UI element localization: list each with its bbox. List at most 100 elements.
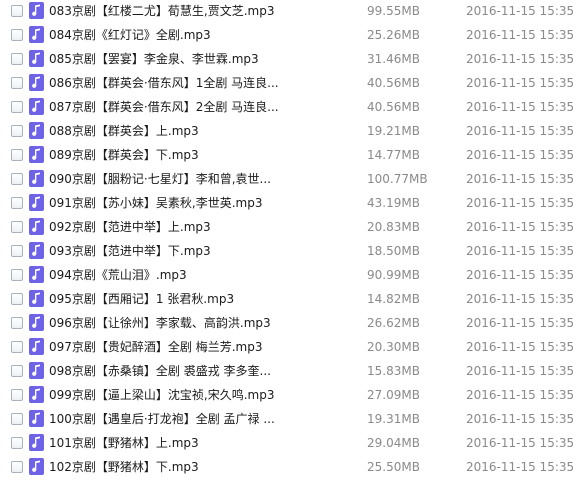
file-checkbox[interactable] <box>11 197 23 209</box>
file-checkbox[interactable] <box>11 29 23 41</box>
file-name[interactable]: 084京剧《红灯记》全剧.mp3 <box>49 24 211 46</box>
music-note-icon <box>29 266 44 283</box>
music-note-icon <box>29 98 44 115</box>
file-name[interactable]: 083京剧【红楼二尤】荀慧生,贾文芝.mp3 <box>49 0 274 22</box>
file-row[interactable]: 084京剧《红灯记》全剧.mp3 25.26MB 2016-11-15 15:35 <box>0 24 577 48</box>
file-row[interactable]: 087京剧【群英会·借东风】2全剧 马连良... 40.56MB 2016-11-1… <box>0 96 577 120</box>
file-checkbox[interactable] <box>11 77 23 89</box>
file-size: 20.83MB <box>367 220 420 234</box>
file-modified-date: 2016-11-15 15:35 <box>466 4 575 18</box>
file-row[interactable]: 099京剧【逼上梁山】沈宝祯,宋久鸣.mp3 27.09MB 2016-11-15 … <box>0 384 577 408</box>
file-row[interactable]: 088京剧【群英会】上.mp3 19.21MB 2016-11-15 15:35 <box>0 120 577 144</box>
file-checkbox[interactable] <box>11 437 23 449</box>
file-size: 40.56MB <box>367 76 420 90</box>
file-row[interactable]: 083京剧【红楼二尤】荀慧生,贾文芝.mp3 99.55MB 2016-11-15 … <box>0 0 577 24</box>
file-modified-date: 2016-11-15 15:35 <box>466 52 575 66</box>
file-size: 100.77MB <box>367 172 428 186</box>
file-name[interactable]: 089京剧【群英会】下.mp3 <box>49 144 199 166</box>
file-row[interactable]: 101京剧【野猪林】上.mp3 29.04MB 2016-11-15 15:35 <box>0 432 577 456</box>
file-checkbox[interactable] <box>11 389 23 401</box>
music-note-icon <box>29 386 44 403</box>
file-checkbox[interactable] <box>11 5 23 17</box>
file-size: 15.83MB <box>367 364 420 378</box>
music-note-icon <box>29 290 44 307</box>
music-note-icon <box>29 410 44 427</box>
file-size: 27.09MB <box>367 388 420 402</box>
file-checkbox[interactable] <box>11 365 23 377</box>
file-modified-date: 2016-11-15 15:35 <box>466 364 575 378</box>
file-size: 26.62MB <box>367 316 420 330</box>
file-row[interactable]: 100京剧【遇皇后·打龙袍】全剧 孟广禄 ... 19.31MB 2016-11-1… <box>0 408 577 432</box>
file-modified-date: 2016-11-15 15:35 <box>466 412 575 426</box>
file-size: 25.26MB <box>367 28 420 42</box>
file-modified-date: 2016-11-15 15:35 <box>466 460 575 474</box>
file-size: 20.30MB <box>367 340 420 354</box>
file-checkbox[interactable] <box>11 149 23 161</box>
file-modified-date: 2016-11-15 15:35 <box>466 388 575 402</box>
file-name[interactable]: 093京剧【范进中举】下.mp3 <box>49 240 211 262</box>
file-modified-date: 2016-11-15 15:35 <box>466 436 575 450</box>
file-name[interactable]: 102京剧【野猪林】下.mp3 <box>49 456 199 478</box>
file-row[interactable]: 091京剧【苏小妹】吴素秋,李世英.mp3 43.19MB 2016-11-15 1… <box>0 192 577 216</box>
file-row[interactable]: 089京剧【群英会】下.mp3 14.77MB 2016-11-15 15:35 <box>0 144 577 168</box>
music-note-icon <box>29 74 44 91</box>
file-name[interactable]: 101京剧【野猪林】上.mp3 <box>49 432 199 454</box>
file-checkbox[interactable] <box>11 245 23 257</box>
file-name[interactable]: 088京剧【群英会】上.mp3 <box>49 120 199 142</box>
file-checkbox[interactable] <box>11 125 23 137</box>
music-note-icon <box>29 458 44 475</box>
file-checkbox[interactable] <box>11 269 23 281</box>
file-size: 43.19MB <box>367 196 420 210</box>
file-name[interactable]: 092京剧【范进中举】上.mp3 <box>49 216 211 238</box>
file-size: 14.77MB <box>367 148 420 162</box>
file-name[interactable]: 095京剧【西厢记】1 张君秋.mp3 <box>49 288 234 310</box>
file-modified-date: 2016-11-15 15:35 <box>466 316 575 330</box>
file-checkbox[interactable] <box>11 53 23 65</box>
file-checkbox[interactable] <box>11 293 23 305</box>
file-modified-date: 2016-11-15 15:35 <box>466 244 575 258</box>
file-checkbox[interactable] <box>11 317 23 329</box>
file-name[interactable]: 100京剧【遇皇后·打龙袍】全剧 孟广禄 ... <box>49 408 275 430</box>
music-note-icon <box>29 50 44 67</box>
file-list: 083京剧【红楼二尤】荀慧生,贾文芝.mp3 99.55MB 2016-11-15 … <box>0 0 577 482</box>
file-modified-date: 2016-11-15 15:35 <box>466 100 575 114</box>
file-checkbox[interactable] <box>11 341 23 353</box>
music-note-icon <box>29 362 44 379</box>
file-row[interactable]: 093京剧【范进中举】下.mp3 18.50MB 2016-11-15 15:35 <box>0 240 577 264</box>
file-name[interactable]: 096京剧【让徐州】李家载、高韵洪.mp3 <box>49 312 271 334</box>
file-checkbox[interactable] <box>11 461 23 473</box>
music-note-icon <box>29 194 44 211</box>
file-name[interactable]: 099京剧【逼上梁山】沈宝祯,宋久鸣.mp3 <box>49 384 274 406</box>
file-size: 31.46MB <box>367 52 420 66</box>
file-row[interactable]: 096京剧【让徐州】李家载、高韵洪.mp3 26.62MB 2016-11-15 1… <box>0 312 577 336</box>
music-note-icon <box>29 170 44 187</box>
file-modified-date: 2016-11-15 15:35 <box>466 268 575 282</box>
file-name[interactable]: 098京剧【赤桑镇】全剧 裘盛戎 李多奎... <box>49 360 271 382</box>
file-modified-date: 2016-11-15 15:35 <box>466 28 575 42</box>
file-checkbox[interactable] <box>11 173 23 185</box>
file-name[interactable]: 091京剧【苏小妹】吴素秋,李世英.mp3 <box>49 192 262 214</box>
file-size: 90.99MB <box>367 268 420 282</box>
music-note-icon <box>29 314 44 331</box>
file-row[interactable]: 102京剧【野猪林】下.mp3 25.50MB 2016-11-15 15:35 <box>0 456 577 480</box>
file-name[interactable]: 085京剧【罢宴】李金泉、李世霖.mp3 <box>49 48 259 70</box>
file-checkbox[interactable] <box>11 101 23 113</box>
file-row[interactable]: 098京剧【赤桑镇】全剧 裘盛戎 李多奎... 15.83MB 2016-11-15… <box>0 360 577 384</box>
file-row[interactable]: 090京剧【胭粉记·七星灯】李和曾,袁世... 100.77MB 2016-11-1… <box>0 168 577 192</box>
music-note-icon <box>29 218 44 235</box>
file-row[interactable]: 092京剧【范进中举】上.mp3 20.83MB 2016-11-15 15:35 <box>0 216 577 240</box>
file-name[interactable]: 097京剧【贵妃醉酒】全剧 梅兰芳.mp3 <box>49 336 262 358</box>
file-name[interactable]: 086京剧【群英会·借东风】1全剧 马连良... <box>49 72 279 94</box>
file-row[interactable]: 094京剧《荒山泪》.mp3 90.99MB 2016-11-15 15:35 <box>0 264 577 288</box>
file-checkbox[interactable] <box>11 413 23 425</box>
file-name[interactable]: 094京剧《荒山泪》.mp3 <box>49 264 187 286</box>
file-size: 29.04MB <box>367 436 420 450</box>
file-row[interactable]: 086京剧【群英会·借东风】1全剧 马连良... 40.56MB 2016-11-1… <box>0 72 577 96</box>
file-row[interactable]: 085京剧【罢宴】李金泉、李世霖.mp3 31.46MB 2016-11-15 15… <box>0 48 577 72</box>
file-checkbox[interactable] <box>11 221 23 233</box>
file-name[interactable]: 087京剧【群英会·借东风】2全剧 马连良... <box>49 96 279 118</box>
file-row[interactable]: 097京剧【贵妃醉酒】全剧 梅兰芳.mp3 20.30MB 2016-11-15 1… <box>0 336 577 360</box>
file-row[interactable]: 095京剧【西厢记】1 张君秋.mp3 14.82MB 2016-11-15 15:… <box>0 288 577 312</box>
file-name[interactable]: 090京剧【胭粉记·七星灯】李和曾,袁世... <box>49 168 271 190</box>
music-note-icon <box>29 338 44 355</box>
